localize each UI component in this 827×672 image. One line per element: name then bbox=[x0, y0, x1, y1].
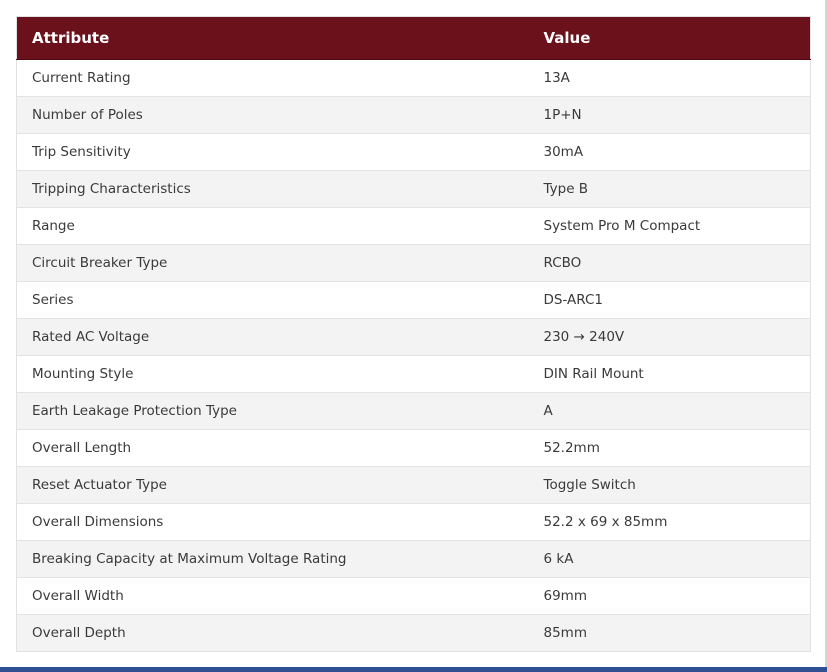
attribute-cell: Current Rating bbox=[16, 59, 529, 97]
value-cell: 52.2mm bbox=[528, 429, 811, 467]
header-value: Value bbox=[528, 16, 811, 60]
table-row: Current Rating 13A bbox=[16, 59, 811, 97]
bottom-accent-bar bbox=[0, 667, 827, 672]
attribute-cell: Number of Poles bbox=[16, 96, 529, 134]
value-cell: Type B bbox=[528, 170, 811, 208]
table-row: Overall Dimensions 52.2 x 69 x 85mm bbox=[16, 503, 811, 541]
value-cell: 52.2 x 69 x 85mm bbox=[528, 503, 811, 541]
value-cell: 1P+N bbox=[528, 96, 811, 134]
attribute-cell: Tripping Characteristics bbox=[16, 170, 529, 208]
table-row: Range System Pro M Compact bbox=[16, 207, 811, 245]
value-cell: A bbox=[528, 392, 811, 430]
table-header-row: Attribute Value bbox=[16, 16, 811, 60]
value-cell: System Pro M Compact bbox=[528, 207, 811, 245]
table-row: Overall Width 69mm bbox=[16, 577, 811, 615]
table-row: Tripping Characteristics Type B bbox=[16, 170, 811, 208]
value-cell: 69mm bbox=[528, 577, 811, 615]
header-attribute: Attribute bbox=[16, 16, 529, 60]
attribute-cell: Mounting Style bbox=[16, 355, 529, 393]
table-row: Reset Actuator Type Toggle Switch bbox=[16, 466, 811, 504]
attribute-cell: Earth Leakage Protection Type bbox=[16, 392, 529, 430]
table-row: Breaking Capacity at Maximum Voltage Rat… bbox=[16, 540, 811, 578]
table-row: Overall Depth 85mm bbox=[16, 614, 811, 652]
attribute-cell: Range bbox=[16, 207, 529, 245]
attribute-cell: Trip Sensitivity bbox=[16, 133, 529, 171]
attribute-cell: Overall Width bbox=[16, 577, 529, 615]
table-row: Trip Sensitivity 30mA bbox=[16, 133, 811, 171]
table-body: Current Rating 13A Number of Poles 1P+N Trip… bbox=[16, 59, 811, 652]
value-cell: 85mm bbox=[528, 614, 811, 652]
value-cell: 6 kA bbox=[528, 540, 811, 578]
value-cell: DIN Rail Mount bbox=[528, 355, 811, 393]
table-row: Mounting Style DIN Rail Mount bbox=[16, 355, 811, 393]
attribute-cell: Breaking Capacity at Maximum Voltage Rat… bbox=[16, 540, 529, 578]
value-cell: 13A bbox=[528, 59, 811, 97]
specifications-table: Attribute Value Current Rating 13A Number … bbox=[16, 16, 811, 652]
table-row: Series DS-ARC1 bbox=[16, 281, 811, 319]
table-row: Overall Length 52.2mm bbox=[16, 429, 811, 467]
table-row: Number of Poles 1P+N bbox=[16, 96, 811, 134]
attribute-cell: Overall Depth bbox=[16, 614, 529, 652]
value-cell: 230 → 240V bbox=[528, 318, 811, 356]
value-cell: DS-ARC1 bbox=[528, 281, 811, 319]
table-row: Circuit Breaker Type RCBO bbox=[16, 244, 811, 282]
attribute-cell: Overall Dimensions bbox=[16, 503, 529, 541]
table-header: Attribute Value bbox=[16, 16, 811, 60]
attribute-cell: Circuit Breaker Type bbox=[16, 244, 529, 282]
attribute-cell: Reset Actuator Type bbox=[16, 466, 529, 504]
attribute-cell: Series bbox=[16, 281, 529, 319]
value-cell: Toggle Switch bbox=[528, 466, 811, 504]
value-cell: 30mA bbox=[528, 133, 811, 171]
value-cell: RCBO bbox=[528, 244, 811, 282]
attribute-cell: Rated AC Voltage bbox=[16, 318, 529, 356]
attribute-cell: Overall Length bbox=[16, 429, 529, 467]
table-row: Rated AC Voltage 230 → 240V bbox=[16, 318, 811, 356]
table-row: Earth Leakage Protection Type A bbox=[16, 392, 811, 430]
